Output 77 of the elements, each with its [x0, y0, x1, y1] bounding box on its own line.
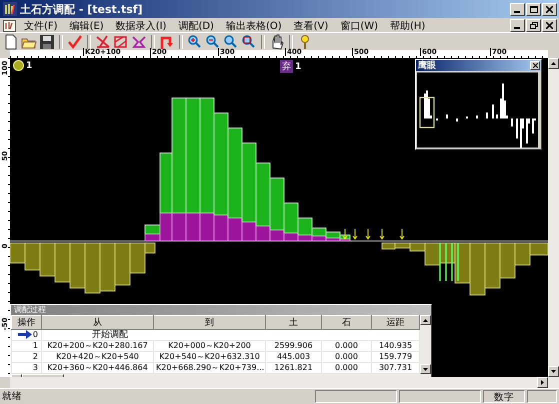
overview-title: 鹰眼 [418, 59, 436, 72]
status-indicator: 数字 [483, 390, 525, 403]
zoom-icon[interactable] [223, 34, 239, 50]
dialog-title: 调配过程 [11, 305, 431, 315]
menu-item[interactable]: 调配(D) [172, 18, 220, 32]
table-cell: 3 [32, 363, 38, 372]
document-icon [3, 20, 16, 32]
up-arrow-icon [423, 318, 428, 322]
minimize-button[interactable] [510, 19, 525, 32]
menu-item[interactable]: 数据录入(I) [110, 18, 172, 32]
window-title: 土石方调配 - [test.tsf] [20, 2, 143, 16]
menu-item[interactable]: 文件(F) [18, 18, 64, 32]
table-cell: K20+668.290～K20+739... [156, 363, 264, 372]
hatched-square-icon[interactable] [113, 34, 129, 50]
table-cell: 1261.821 [274, 363, 313, 372]
marker-tag: 弃 [280, 60, 293, 73]
menu-item[interactable]: 窗口(W) [334, 18, 384, 32]
column-header[interactable]: 土 [266, 316, 322, 330]
status-text: 就绪 [2, 390, 23, 403]
table-cell: 307.731 [378, 363, 412, 372]
up-arrow-icon [551, 62, 556, 65]
checkmark-icon[interactable] [67, 34, 83, 50]
crossed-line-icon[interactable] [95, 34, 111, 50]
menu-item[interactable]: 输出表格(O) [220, 18, 288, 32]
zoom-out-icon[interactable] [205, 34, 221, 50]
scroll-right-button[interactable] [537, 377, 548, 388]
table-cell: 140.935 [378, 341, 412, 350]
maximize-button[interactable] [526, 2, 541, 16]
column-header[interactable]: 操作 [12, 316, 42, 330]
close-icon [532, 63, 538, 68]
column-header[interactable]: 从 [42, 316, 154, 330]
close-button[interactable] [542, 19, 557, 32]
table-cell: K20+200～K20+280.167 [47, 341, 148, 350]
scroll-up-button[interactable] [548, 58, 559, 69]
table-cell: K20+360～K20+446.864 [47, 363, 148, 372]
zoom-in-icon[interactable] [187, 34, 203, 50]
status-pane [527, 390, 557, 403]
menu-item[interactable]: 查看(V) [288, 18, 334, 32]
current-row-arrow-icon [18, 330, 32, 340]
table-cell: K20+420～K20+540 [56, 352, 139, 361]
scroll-down-button[interactable] [420, 364, 431, 374]
zoom-fit-icon[interactable] [241, 34, 257, 50]
column-header[interactable]: 石 [322, 316, 372, 330]
marker-label: 1 [295, 62, 302, 72]
table-cell: K20+540～K20+632.310 [159, 352, 260, 361]
circle-marker-icon [13, 60, 24, 71]
minimize-button[interactable] [510, 2, 525, 16]
close-icon [546, 22, 553, 29]
table-cell: 2599.906 [274, 341, 313, 350]
column-header[interactable]: 到 [154, 316, 266, 330]
close-button[interactable] [530, 61, 540, 70]
close-icon [546, 6, 553, 12]
table-cell: 1 [32, 341, 38, 350]
menu-item[interactable]: 编辑(E) [64, 18, 110, 32]
table-cell: 0 [32, 330, 38, 339]
table-cell: 445.003 [276, 352, 310, 361]
table-cell: 2 [32, 352, 38, 361]
table-cell: 0.000 [335, 352, 358, 361]
new-file-icon[interactable] [3, 34, 19, 50]
scroll-down-button[interactable] [548, 366, 559, 377]
table-cell: 开始调配 [92, 330, 128, 340]
column-header[interactable]: 运距 [372, 316, 420, 330]
menu-item[interactable]: 帮助(H) [384, 18, 432, 32]
table-cell: K20+000～K20+200 [168, 341, 251, 350]
right-arrow-icon [541, 380, 544, 385]
scroll-up-button[interactable] [420, 315, 431, 325]
table-cell: 0.000 [335, 341, 358, 350]
restore-icon [530, 22, 538, 29]
table-cell: 0.000 [335, 363, 358, 372]
close-button[interactable] [542, 2, 557, 16]
marker-label: 1 [26, 60, 32, 70]
table-cell: 159.779 [378, 352, 412, 361]
restore-button[interactable] [526, 19, 541, 32]
down-arrow-icon [423, 368, 428, 370]
down-arrow-icon [551, 370, 556, 373]
app-icon [3, 2, 17, 16]
maximize-icon [530, 6, 538, 12]
